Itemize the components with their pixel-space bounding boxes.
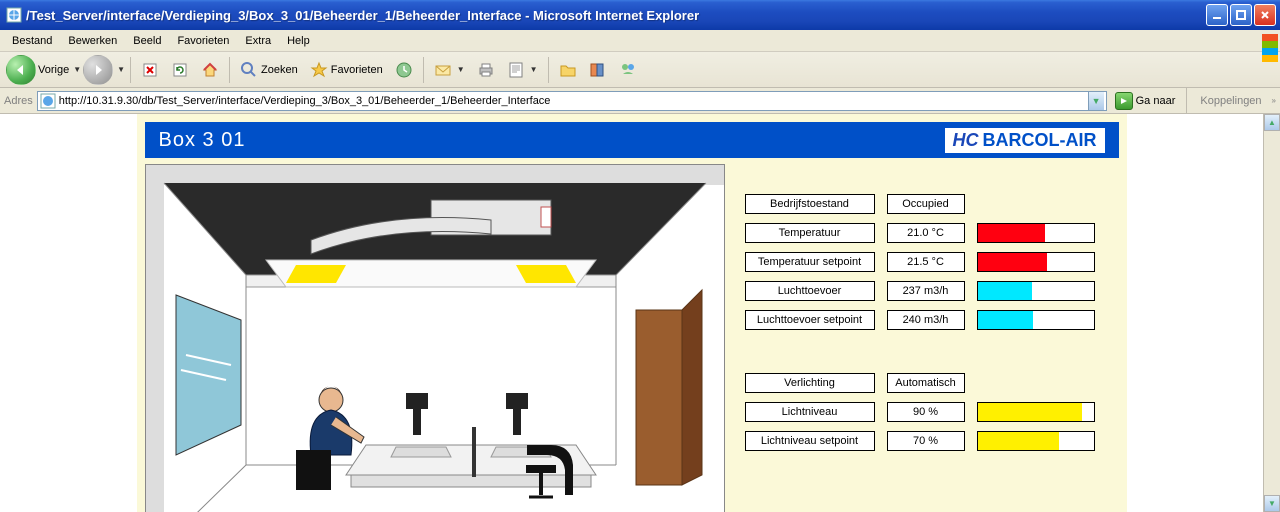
titlebar: /Test_Server/interface/Verdieping_3/Box_… — [0, 0, 1280, 30]
control-bar — [977, 431, 1095, 451]
address-dropdown-icon[interactable]: ▼ — [1088, 92, 1104, 110]
address-bar: Adres ▼ Ga naar Koppelingen » — [0, 88, 1280, 114]
windows-flag-icon — [1254, 32, 1276, 50]
minimize-button[interactable] — [1206, 4, 1228, 26]
back-dropdown-icon[interactable]: ▼ — [73, 65, 81, 74]
forward-button[interactable] — [83, 55, 113, 85]
control-value[interactable]: 21.0 °C — [887, 223, 965, 243]
page-content: Box 3 01 HC BARCOL-AIR — [0, 114, 1263, 512]
control-label: Verlichting — [745, 373, 875, 393]
control-bar — [977, 223, 1095, 243]
address-input-container[interactable]: ▼ — [37, 91, 1107, 111]
control-value[interactable]: Occupied — [887, 194, 965, 214]
ie-page-icon — [6, 7, 22, 23]
messenger-button[interactable] — [614, 56, 642, 84]
control-bar — [977, 281, 1095, 301]
control-value[interactable]: 237 m3/h — [887, 281, 965, 301]
stop-button[interactable] — [136, 56, 164, 84]
back-label[interactable]: Vorige — [38, 64, 69, 76]
go-button[interactable]: Ga naar — [1111, 91, 1180, 111]
links-chevron-icon[interactable]: » — [1272, 96, 1276, 105]
control-label: Lichtniveau — [745, 402, 875, 422]
control-bar — [977, 252, 1095, 272]
address-input[interactable] — [59, 95, 1088, 107]
control-label: Temperatuur — [745, 223, 875, 243]
control-row: Temperatuur 21.0 °C — [745, 223, 1119, 243]
history-button[interactable] — [390, 56, 418, 84]
control-row: Verlichting Automatisch — [745, 373, 1119, 393]
window-title: /Test_Server/interface/Verdieping_3/Box_… — [26, 8, 1206, 23]
menu-beeld[interactable]: Beeld — [125, 33, 169, 49]
control-value[interactable]: Automatisch — [887, 373, 965, 393]
search-button[interactable]: Zoeken — [235, 56, 303, 84]
control-row: Lichtniveau setpoint 70 % — [745, 431, 1119, 451]
control-row: Bedrijfstoestand Occupied — [745, 194, 1119, 214]
control-value[interactable]: 70 % — [887, 431, 965, 451]
favorites-button[interactable]: Favorieten — [305, 56, 388, 84]
links-label[interactable]: Koppelingen — [1194, 95, 1267, 107]
scroll-up-icon[interactable]: ▲ — [1264, 114, 1280, 131]
control-row: Luchttoevoer 237 m3/h — [745, 281, 1119, 301]
research-button[interactable] — [584, 56, 612, 84]
toolbar: Vorige ▼ ▼ Zoeken Favorieten ▼ ▼ — [0, 52, 1280, 88]
menu-extra[interactable]: Extra — [237, 33, 279, 49]
viewport: Box 3 01 HC BARCOL-AIR — [0, 114, 1280, 512]
go-icon — [1115, 92, 1133, 110]
scroll-thumb[interactable] — [1264, 131, 1280, 495]
fwd-dropdown-icon[interactable]: ▼ — [117, 65, 125, 74]
logo: HC BARCOL-AIR — [945, 128, 1105, 153]
back-button[interactable] — [6, 55, 36, 85]
control-value[interactable]: 240 m3/h — [887, 310, 965, 330]
control-row: Luchttoevoer setpoint 240 m3/h — [745, 310, 1119, 330]
control-bar — [977, 310, 1095, 330]
menu-help[interactable]: Help — [279, 33, 318, 49]
window-buttons — [1206, 0, 1280, 30]
control-value[interactable]: 21.5 °C — [887, 252, 965, 272]
vertical-scrollbar[interactable]: ▲ ▼ — [1263, 114, 1280, 512]
mail-button[interactable]: ▼ — [429, 56, 470, 84]
control-label: Temperatuur setpoint — [745, 252, 875, 272]
control-label: Luchttoevoer setpoint — [745, 310, 875, 330]
room-title: Box 3 01 — [159, 129, 246, 152]
refresh-button[interactable] — [166, 56, 194, 84]
close-button[interactable] — [1254, 4, 1276, 26]
controls-panel: Bedrijfstoestand Occupied Temperatuur 21.0 … — [745, 164, 1119, 512]
control-label: Lichtniveau setpoint — [745, 431, 875, 451]
control-bar — [977, 402, 1095, 422]
control-value[interactable]: 90 % — [887, 402, 965, 422]
control-label: Luchttoevoer — [745, 281, 875, 301]
edit-button[interactable]: ▼ — [502, 56, 543, 84]
address-label: Adres — [4, 95, 33, 107]
scroll-down-icon[interactable]: ▼ — [1264, 495, 1280, 512]
room-illustration — [145, 164, 725, 512]
folder-button[interactable] — [554, 56, 582, 84]
maximize-button[interactable] — [1230, 4, 1252, 26]
control-label: Bedrijfstoestand — [745, 194, 875, 214]
print-button[interactable] — [472, 56, 500, 84]
ie-page-icon — [40, 93, 56, 109]
control-row: Lichtniveau 90 % — [745, 402, 1119, 422]
menubar: Bestand Bewerken Beeld Favorieten Extra … — [0, 30, 1280, 52]
menu-bewerken[interactable]: Bewerken — [60, 33, 125, 49]
menu-bestand[interactable]: Bestand — [4, 33, 60, 49]
menu-favorieten[interactable]: Favorieten — [169, 33, 237, 49]
page-header: Box 3 01 HC BARCOL-AIR — [145, 122, 1119, 158]
control-row: Temperatuur setpoint 21.5 °C — [745, 252, 1119, 272]
home-button[interactable] — [196, 56, 224, 84]
